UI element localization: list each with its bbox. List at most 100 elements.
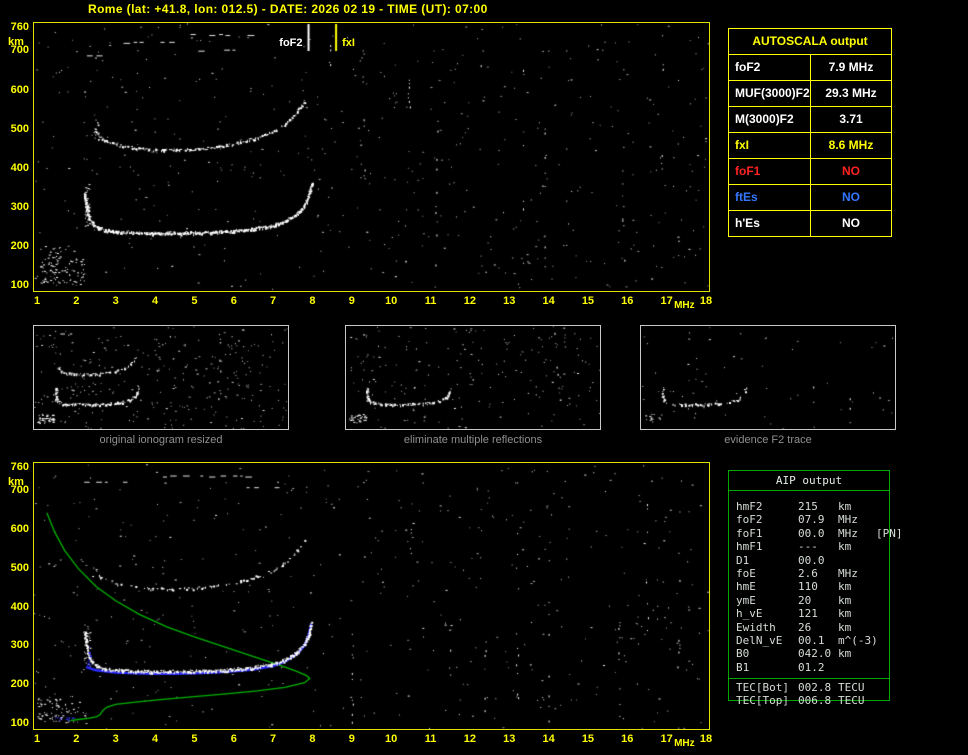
aip-param-value: 01.2 [798,660,825,674]
aip-param-unit: km [838,593,852,607]
aip-param-unit: km [838,540,852,554]
x-tick-label: 12 [463,733,476,745]
aip-param-unit: km [838,647,852,661]
aip-param-value: 002.8 [798,681,832,695]
aip-param-name: foF1 [736,526,763,540]
x-tick-label: 3 [112,733,119,745]
panel-eliminate-reflections [345,325,601,430]
aip-param-name: D1 [736,553,750,567]
autoscala-param-value: NO [842,190,860,204]
y-tick-label: 300 [10,200,29,213]
y-axis-unit-label: km [8,36,24,48]
panel-caption-evidence: evidence F2 trace [724,434,812,446]
autoscala-param-label: foF1 [729,159,811,184]
autoscala-table-title: AUTOSCALA output [729,29,891,55]
aip-param-unit: MHz [838,526,858,540]
aip-param-unit: TECU [838,694,865,708]
aip-row: D1 00.0 [729,554,889,567]
aip-param-unit: m^(-3) [838,633,878,647]
x-tick-label: 9 [348,295,355,307]
main-ionogram-canvas [34,23,709,291]
panel-caption-original: original ionogram resized [99,434,223,446]
aip-param-value: 00.1 [798,633,825,647]
aip-param-note [876,513,889,526]
aip-param-value: 07.9 [798,513,825,527]
x-tick-label: 1 [33,733,41,745]
x-tick-label: 13 [503,295,516,307]
autoscala-row: h'Es NO [729,210,891,236]
aip-param-name: hmF1 [736,540,763,554]
autoscala-output-table: AUTOSCALA output foF2 7.9 MHz MUF(3000)F2 2… [728,28,892,237]
autoscala-param-value: 8.6 MHz [828,138,874,152]
aip-param-note [876,661,889,674]
panel-evidence-canvas [641,326,895,429]
x-tick-label: 10 [385,733,398,745]
aip-param-unit [838,661,876,674]
x-tick-label: 7 [270,295,277,307]
aip-row: DelN_vE 00.1 m^(-3) [729,634,889,647]
x-tick-label: 12 [463,295,476,307]
x-tick-label: 4 [151,295,159,307]
aip-param-name: TEC[Bot] [736,681,789,695]
x-tick-label: 7 [270,733,277,745]
x-tick-label: 3 [112,295,119,307]
aip-param-note [876,580,889,593]
y-tick-label: 300 [10,639,29,652]
autoscala-param-label: h'Es [729,211,811,236]
x-tick-label: 15 [581,733,595,745]
profile-ionogram-plot [33,462,710,730]
x-tick-label: 6 [230,295,237,307]
autoscala-param-value: 29.3 MHz [825,86,877,100]
autoscala-row: fxI 8.6 MHz [729,132,891,158]
y-tick-label: 200 [10,239,29,252]
fof2-marker-label: foF2 [279,37,303,49]
autoscala-row: foF1 NO [729,158,891,184]
autoscala-param-value: 7.9 MHz [828,60,874,74]
aip-param-note [876,647,889,660]
x-tick-label: 8 [309,733,316,745]
aip-param-unit: km [838,500,852,513]
aip-rows: hmF2 215 km foF2 07.9 MHz foF1 00.0 MHz [PN] hmF1 -… [729,500,903,674]
x-tick-label: 5 [191,733,198,745]
aip-param-name: B1 [736,660,750,674]
x-tick-label: 11 [424,733,437,745]
aip-param-note [876,540,889,553]
aip-param-note [876,567,889,580]
aip-param-unit: MHz [838,566,858,580]
aip-row: hmF1 --- km [729,540,889,553]
aip-param-unit: TECU [838,681,865,695]
y-tick-label: 100 [10,279,29,291]
x-tick-label: 6 [230,733,237,745]
x-tick-label: 4 [151,733,159,745]
aip-row: ymE 20 km [729,594,889,607]
station-header: Rome (lat: +41.8, lon: 012.5) - DATE: 20… [88,2,488,16]
aip-param-name: DelN_vE [736,633,783,647]
x-tick-label: 2 [73,295,80,307]
aip-param-name: Ewidth [736,620,776,634]
autoscala-param-value: NO [842,216,860,230]
y-axis-unit-label: km [8,476,24,488]
y-tick-label: 400 [10,161,29,174]
panel-original-canvas [34,326,288,429]
autoscala-param-value: NO [842,164,860,178]
autoscala-row: M(3000)F2 3.71 [729,106,891,132]
aip-param-unit: km [838,580,852,594]
aip-param-value: 042.0 [798,647,832,661]
y-tick-label: 760 [10,461,29,473]
aip-row: hmF2 215 km [729,500,889,513]
aip-param-value: 00.0 [798,553,825,567]
aip-output-table: AIP output hmF2 215 km foF2 07.9 MHz foF1 00.0 M… [728,470,903,707]
x-tick-label: 9 [348,733,355,745]
panel-evidence-f2 [640,325,896,430]
aip-param-name: TEC[Top] [736,694,789,708]
aip-param-value: 00.0 [798,526,825,540]
y-tick-label: 400 [10,600,29,613]
aip-row: TEC[Bot] 002.8 TECU [729,681,889,694]
aip-row: foE 2.6 MHz [729,567,889,580]
aip-row: TEC[Top] 006.8 TECU [729,694,889,707]
aip-param-value: --- [798,540,818,554]
aip-param-name: ymE [736,593,756,607]
panel-eliminate-canvas [346,326,600,429]
aip-param-note: [PN] [876,526,903,540]
aip-param-note [876,607,889,620]
